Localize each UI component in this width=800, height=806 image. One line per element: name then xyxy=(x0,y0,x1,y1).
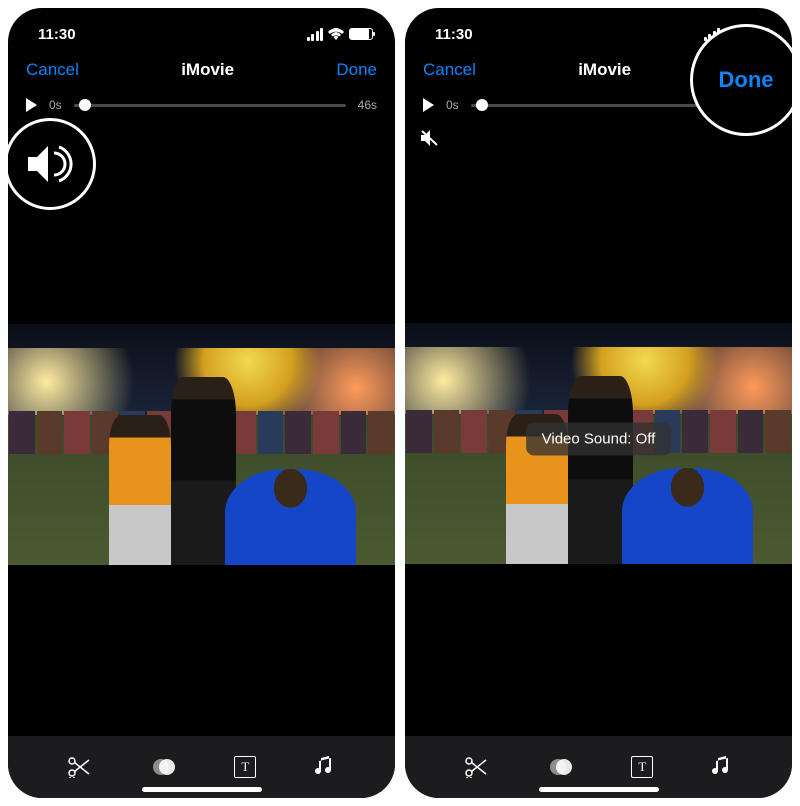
scrubber-thumb[interactable] xyxy=(79,99,91,111)
cancel-button[interactable]: Cancel xyxy=(26,60,79,80)
play-button[interactable] xyxy=(26,98,37,112)
speaker-muted-icon xyxy=(421,130,439,146)
done-button[interactable]: Done xyxy=(336,60,377,80)
filters-tool[interactable] xyxy=(548,756,574,778)
video-preview[interactable]: Video Sound: Off xyxy=(405,323,792,565)
nav-bar: Cancel iMovie Done xyxy=(8,48,395,92)
cut-tool[interactable] xyxy=(464,756,490,778)
text-tool[interactable]: T xyxy=(234,756,256,778)
wifi-icon xyxy=(328,28,344,40)
status-bar: 11:30 xyxy=(8,8,395,48)
scrubber-track[interactable] xyxy=(74,104,346,107)
music-tool[interactable] xyxy=(711,756,733,778)
video-area: Video Sound: Off xyxy=(405,151,792,736)
phone-screen-left: 11:30 Cancel iMovie Done 0s 46s xyxy=(8,8,395,798)
cancel-button[interactable]: Cancel xyxy=(423,60,476,80)
scrubber-thumb[interactable] xyxy=(476,99,488,111)
text-icon: T xyxy=(631,756,653,778)
home-indicator[interactable] xyxy=(142,787,262,792)
callout-done-label: Done xyxy=(719,67,774,93)
time-start: 0s xyxy=(446,98,459,112)
cut-tool[interactable] xyxy=(67,756,93,778)
play-button[interactable] xyxy=(423,98,434,112)
filters-tool[interactable] xyxy=(151,756,177,778)
status-indicators xyxy=(307,28,374,41)
scissors-icon xyxy=(464,756,490,778)
phone-screen-right: 11:30 Cancel iMovie Done 0s 46s xyxy=(405,8,792,798)
callout-sound-toggle xyxy=(8,118,96,210)
sound-status-overlay: Video Sound: Off xyxy=(526,422,672,455)
text-tool[interactable]: T xyxy=(631,756,653,778)
text-icon: T xyxy=(234,756,256,778)
filters-icon xyxy=(151,756,177,778)
filters-icon xyxy=(548,756,574,778)
cellular-icon xyxy=(307,28,324,41)
video-preview[interactable] xyxy=(8,324,395,566)
callout-done-button: Done xyxy=(690,24,792,136)
speaker-icon xyxy=(26,144,74,184)
nav-title: iMovie xyxy=(181,60,234,80)
status-time: 11:30 xyxy=(38,26,76,43)
time-end: 46s xyxy=(358,98,377,112)
status-time: 11:30 xyxy=(435,26,473,43)
nav-title: iMovie xyxy=(578,60,631,80)
home-indicator[interactable] xyxy=(539,787,659,792)
scissors-icon xyxy=(67,756,93,778)
time-start: 0s xyxy=(49,98,62,112)
video-area xyxy=(8,153,395,736)
music-tool[interactable] xyxy=(314,756,336,778)
battery-icon xyxy=(349,28,373,40)
music-icon xyxy=(314,756,336,778)
timeline: 0s 46s xyxy=(8,92,395,122)
music-icon xyxy=(711,756,733,778)
